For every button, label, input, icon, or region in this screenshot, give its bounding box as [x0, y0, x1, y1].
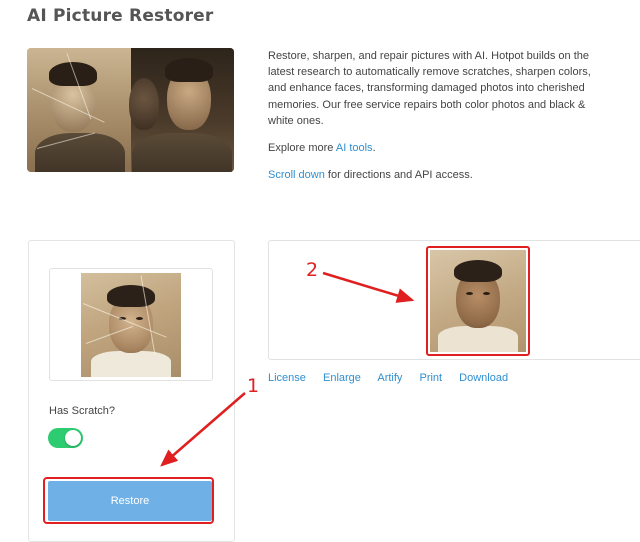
annotation-arrows — [160, 271, 415, 467]
annotation-marker-2: 2 — [306, 259, 319, 281]
arrow-to-restore — [160, 392, 246, 467]
annotation-marker-1: 1 — [247, 375, 260, 397]
arrow-to-result — [322, 271, 415, 303]
